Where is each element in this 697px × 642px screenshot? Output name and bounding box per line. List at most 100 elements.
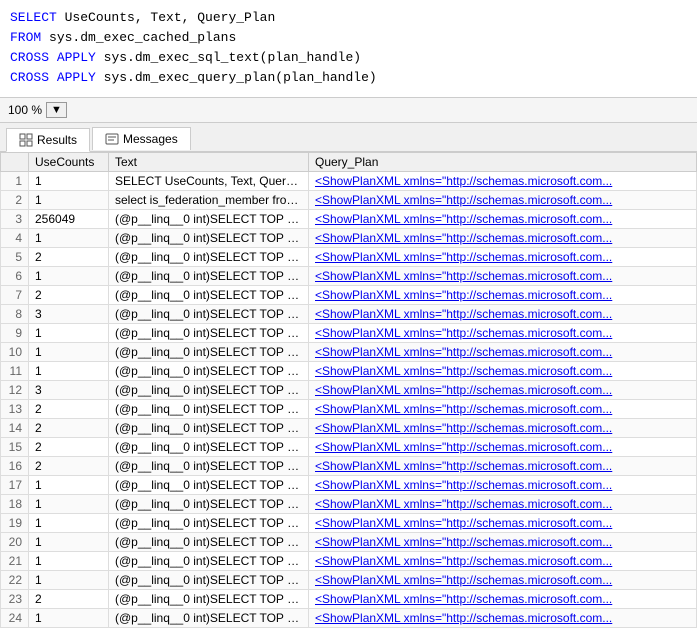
row-number: 18 [1,494,29,513]
cell-usecounts: 2 [29,437,109,456]
cell-queryplan[interactable]: <ShowPlanXML xmlns="http://schemas.micro… [309,456,697,475]
cell-queryplan[interactable]: <ShowPlanXML xmlns="http://schemas.micro… [309,323,697,342]
cell-usecounts: 2 [29,247,109,266]
cell-queryplan[interactable]: <ShowPlanXML xmlns="http://schemas.micro… [309,266,697,285]
row-number: 6 [1,266,29,285]
cell-usecounts: 1 [29,494,109,513]
cell-queryplan[interactable]: <ShowPlanXML xmlns="http://schemas.micro… [309,513,697,532]
cell-queryplan[interactable]: <ShowPlanXML xmlns="http://schemas.micro… [309,361,697,380]
cell-text: (@p__linq__0 int)SELECT TOP (2) [Extent1… [109,323,309,342]
cell-usecounts: 3 [29,380,109,399]
cell-text: (@p__linq__0 int)SELECT TOP (2) [Extent1… [109,209,309,228]
row-number: 8 [1,304,29,323]
tab-label: Results [37,133,77,147]
cell-usecounts: 1 [29,342,109,361]
results-container[interactable]: UseCountsTextQuery_Plan 11SELECT UseCoun… [0,152,697,632]
col-header-rownum [1,152,29,171]
cell-usecounts: 1 [29,532,109,551]
cell-usecounts: 2 [29,589,109,608]
zoom-dropdown[interactable]: ▼ [46,102,67,118]
cell-text: (@p__linq__0 int)SELECT TOP (2) [Extent1… [109,570,309,589]
cell-queryplan[interactable]: <ShowPlanXML xmlns="http://schemas.micro… [309,589,697,608]
cell-text: select is_federation_member from sys.dat… [109,190,309,209]
cell-queryplan[interactable]: <ShowPlanXML xmlns="http://schemas.micro… [309,532,697,551]
cell-usecounts: 2 [29,418,109,437]
table-row: 61(@p__linq__0 int)SELECT TOP (2) [Exten… [1,266,697,285]
cell-queryplan[interactable]: <ShowPlanXML xmlns="http://schemas.micro… [309,380,697,399]
cell-usecounts: 1 [29,570,109,589]
table-row: 232(@p__linq__0 int)SELECT TOP (2) [Exte… [1,589,697,608]
cell-text: (@p__linq__0 int)SELECT TOP (2) [Extent1… [109,532,309,551]
cell-text: (@p__linq__0 int)SELECT TOP (2) [Extent1… [109,361,309,380]
table-row: 21select is_federation_member from sys.d… [1,190,697,209]
tabs-bar: Results Messages [0,123,697,152]
cell-text: (@p__linq__0 int)SELECT TOP (2) [Extent1… [109,418,309,437]
message-icon [105,132,119,146]
cell-text: (@p__linq__0 int)SELECT TOP (2) [Extent1… [109,437,309,456]
table-row: 142(@p__linq__0 int)SELECT TOP (2) [Exte… [1,418,697,437]
table-row: 152(@p__linq__0 int)SELECT TOP (2) [Exte… [1,437,697,456]
cell-text: (@p__linq__0 int)SELECT TOP (2) [Extent1… [109,399,309,418]
row-number: 7 [1,285,29,304]
cell-usecounts: 1 [29,475,109,494]
cell-queryplan[interactable]: <ShowPlanXML xmlns="http://schemas.micro… [309,190,697,209]
cell-usecounts: 1 [29,361,109,380]
row-number: 10 [1,342,29,361]
table-body: 11SELECT UseCounts, Text, Query_Plan FRO… [1,171,697,627]
table-row: 191(@p__linq__0 int)SELECT TOP (2) [Exte… [1,513,697,532]
row-number: 5 [1,247,29,266]
cell-queryplan[interactable]: <ShowPlanXML xmlns="http://schemas.micro… [309,570,697,589]
row-number: 14 [1,418,29,437]
row-number: 23 [1,589,29,608]
table-row: 241(@p__linq__0 int)SELECT TOP (2) [Exte… [1,608,697,627]
grid-icon [19,133,33,147]
cell-text: (@p__linq__0 int)SELECT TOP (2) [Extent1… [109,380,309,399]
table-row: 181(@p__linq__0 int)SELECT TOP (2) [Exte… [1,494,697,513]
row-number: 17 [1,475,29,494]
row-number: 22 [1,570,29,589]
cell-usecounts: 1 [29,513,109,532]
table-row: 162(@p__linq__0 int)SELECT TOP (2) [Exte… [1,456,697,475]
zoom-bar: 100 % ▼ [0,98,697,123]
table-row: 221(@p__linq__0 int)SELECT TOP (2) [Exte… [1,570,697,589]
tab-results[interactable]: Results [6,128,90,152]
table-row: 3256049(@p__linq__0 int)SELECT TOP (2) [… [1,209,697,228]
row-number: 16 [1,456,29,475]
row-number: 20 [1,532,29,551]
cell-usecounts: 1 [29,266,109,285]
cell-text: (@p__linq__0 int)SELECT TOP (2) [Extent1… [109,304,309,323]
table-row: 201(@p__linq__0 int)SELECT TOP (2) [Exte… [1,532,697,551]
cell-queryplan[interactable]: <ShowPlanXML xmlns="http://schemas.micro… [309,228,697,247]
table-row: 132(@p__linq__0 int)SELECT TOP (2) [Exte… [1,399,697,418]
cell-queryplan[interactable]: <ShowPlanXML xmlns="http://schemas.micro… [309,437,697,456]
results-table: UseCountsTextQuery_Plan 11SELECT UseCoun… [0,152,697,628]
cell-text: (@p__linq__0 int)SELECT TOP (2) [Extent1… [109,475,309,494]
tab-messages[interactable]: Messages [92,127,191,150]
row-number: 11 [1,361,29,380]
cell-usecounts: 1 [29,171,109,190]
cell-queryplan[interactable]: <ShowPlanXML xmlns="http://schemas.micro… [309,342,697,361]
cell-queryplan[interactable]: <ShowPlanXML xmlns="http://schemas.micro… [309,475,697,494]
row-number: 1 [1,171,29,190]
row-number: 4 [1,228,29,247]
cell-text: (@p__linq__0 int)SELECT TOP (2) [Extent1… [109,285,309,304]
cell-queryplan[interactable]: <ShowPlanXML xmlns="http://schemas.micro… [309,551,697,570]
cell-queryplan[interactable]: <ShowPlanXML xmlns="http://schemas.micro… [309,209,697,228]
cell-queryplan[interactable]: <ShowPlanXML xmlns="http://schemas.micro… [309,304,697,323]
cell-queryplan[interactable]: <ShowPlanXML xmlns="http://schemas.micro… [309,494,697,513]
cell-usecounts: 1 [29,190,109,209]
table-row: 91(@p__linq__0 int)SELECT TOP (2) [Exten… [1,323,697,342]
cell-text: (@p__linq__0 int)SELECT TOP (2) [Extent1… [109,247,309,266]
table-row: 211(@p__linq__0 int)SELECT TOP (2) [Exte… [1,551,697,570]
cell-text: (@p__linq__0 int)SELECT TOP (2) [Extent1… [109,266,309,285]
row-number: 13 [1,399,29,418]
cell-queryplan[interactable]: <ShowPlanXML xmlns="http://schemas.micro… [309,418,697,437]
cell-text: (@p__linq__0 int)SELECT TOP (2) [Extent1… [109,342,309,361]
cell-usecounts: 2 [29,399,109,418]
cell-queryplan[interactable]: <ShowPlanXML xmlns="http://schemas.micro… [309,608,697,627]
cell-queryplan[interactable]: <ShowPlanXML xmlns="http://schemas.micro… [309,171,697,190]
row-number: 19 [1,513,29,532]
cell-queryplan[interactable]: <ShowPlanXML xmlns="http://schemas.micro… [309,285,697,304]
cell-queryplan[interactable]: <ShowPlanXML xmlns="http://schemas.micro… [309,247,697,266]
cell-queryplan[interactable]: <ShowPlanXML xmlns="http://schemas.micro… [309,399,697,418]
